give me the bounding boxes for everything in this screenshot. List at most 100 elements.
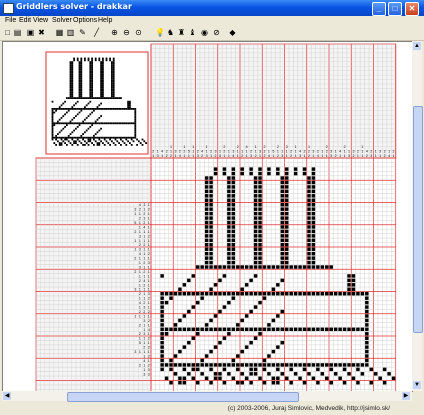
filled-cell[interactable]	[236, 354, 240, 358]
filled-cell[interactable]	[378, 376, 382, 380]
filled-cell[interactable]	[227, 234, 231, 238]
filled-cell[interactable]	[276, 292, 280, 296]
filled-cell[interactable]	[231, 185, 236, 189]
filled-cell[interactable]	[365, 358, 369, 363]
filled-cell[interactable]	[222, 336, 227, 340]
filled-cell[interactable]	[227, 332, 231, 336]
filled-cell[interactable]	[222, 381, 227, 385]
filled-cell[interactable]	[164, 292, 169, 296]
filled-cell[interactable]	[298, 265, 302, 269]
filled-cell[interactable]	[169, 367, 173, 372]
filled-cell[interactable]	[307, 220, 311, 225]
filled-cell[interactable]	[280, 220, 284, 225]
filled-cell[interactable]	[365, 309, 369, 314]
filled-cell[interactable]	[307, 260, 311, 265]
filled-cell[interactable]	[244, 345, 249, 349]
filled-cell[interactable]	[280, 180, 284, 185]
filled-cell[interactable]	[196, 292, 200, 296]
filled-cell[interactable]	[351, 363, 356, 367]
filled-cell[interactable]	[218, 292, 222, 296]
puzzle-board[interactable]: 2113412211231241215111123421132132152211…	[3, 42, 412, 391]
filled-cell[interactable]	[280, 309, 284, 314]
filled-cell[interactable]	[258, 251, 262, 256]
filled-cell[interactable]	[262, 363, 267, 367]
filled-cell[interactable]	[258, 180, 262, 185]
filled-cell[interactable]	[222, 363, 227, 367]
filled-cell[interactable]	[187, 327, 191, 332]
filled-cell[interactable]	[285, 243, 289, 247]
filled-cell[interactable]	[298, 327, 302, 332]
filled-cell[interactable]	[280, 265, 284, 269]
filled-cell[interactable]	[258, 243, 262, 247]
filled-cell[interactable]	[204, 363, 209, 367]
filled-cell[interactable]	[258, 216, 262, 220]
filled-cell[interactable]	[191, 274, 195, 278]
filled-cell[interactable]	[298, 363, 302, 367]
filled-cell[interactable]	[240, 265, 244, 269]
filled-cell[interactable]	[365, 363, 369, 367]
filled-cell[interactable]	[169, 327, 173, 332]
filled-cell[interactable]	[240, 349, 244, 354]
filled-cell[interactable]	[311, 185, 316, 189]
filled-cell[interactable]	[382, 381, 387, 385]
filled-cell[interactable]	[253, 327, 258, 332]
filled-cell[interactable]	[258, 225, 262, 229]
filled-cell[interactable]	[351, 376, 356, 380]
filled-cell[interactable]	[329, 363, 333, 367]
filled-cell[interactable]	[196, 300, 200, 305]
filled-cell[interactable]	[227, 185, 231, 189]
filled-cell[interactable]	[293, 363, 298, 367]
filled-cell[interactable]	[213, 345, 218, 349]
filled-cell[interactable]	[231, 180, 236, 185]
filled-cell[interactable]	[356, 367, 360, 372]
filled-cell[interactable]	[160, 332, 164, 336]
filled-cell[interactable]	[311, 234, 316, 238]
filled-cell[interactable]	[285, 216, 289, 220]
filled-cell[interactable]	[276, 345, 280, 349]
filled-cell[interactable]	[213, 265, 218, 269]
filled-cell[interactable]	[293, 265, 298, 269]
filled-cell[interactable]	[227, 220, 231, 225]
scroll-down-icon[interactable]: ▼	[413, 381, 421, 389]
filled-cell[interactable]	[302, 171, 307, 176]
filled-cell[interactable]	[356, 327, 360, 332]
filled-cell[interactable]	[307, 203, 311, 207]
filled-cell[interactable]	[267, 323, 271, 327]
filled-cell[interactable]	[209, 198, 213, 202]
filled-cell[interactable]	[276, 376, 280, 380]
filled-cell[interactable]	[231, 265, 236, 269]
filled-cell[interactable]	[316, 292, 320, 296]
filled-cell[interactable]	[160, 358, 164, 363]
filled-cell[interactable]	[311, 247, 316, 251]
filled-cell[interactable]	[347, 292, 351, 296]
filled-cell[interactable]	[365, 349, 369, 354]
filled-cell[interactable]	[204, 243, 209, 247]
filled-cell[interactable]	[196, 363, 200, 367]
filled-cell[interactable]	[271, 363, 276, 367]
filled-cell[interactable]	[258, 260, 262, 265]
filled-cell[interactable]	[178, 381, 182, 385]
menu-file[interactable]: File	[5, 17, 16, 24]
filled-cell[interactable]	[302, 265, 307, 269]
filled-cell[interactable]	[338, 376, 342, 380]
filled-cell[interactable]	[231, 234, 236, 238]
filled-cell[interactable]	[293, 167, 298, 171]
filled-cell[interactable]	[307, 211, 311, 216]
filled-cell[interactable]	[325, 292, 329, 296]
filled-cell[interactable]	[280, 243, 284, 247]
filled-cell[interactable]	[187, 292, 191, 296]
filled-cell[interactable]	[231, 256, 236, 260]
filled-cell[interactable]	[160, 300, 164, 305]
filled-cell[interactable]	[182, 376, 187, 380]
filled-cell[interactable]	[209, 349, 213, 354]
filled-cell[interactable]	[276, 367, 280, 372]
filled-cell[interactable]	[182, 363, 187, 367]
filled-cell[interactable]	[253, 367, 258, 372]
filled-cell[interactable]	[280, 251, 284, 256]
filled-cell[interactable]	[227, 225, 231, 229]
filled-cell[interactable]	[204, 323, 209, 327]
filled-cell[interactable]	[280, 238, 284, 243]
filled-cell[interactable]	[262, 265, 267, 269]
filled-cell[interactable]	[164, 327, 169, 332]
filled-cell[interactable]	[222, 292, 227, 296]
